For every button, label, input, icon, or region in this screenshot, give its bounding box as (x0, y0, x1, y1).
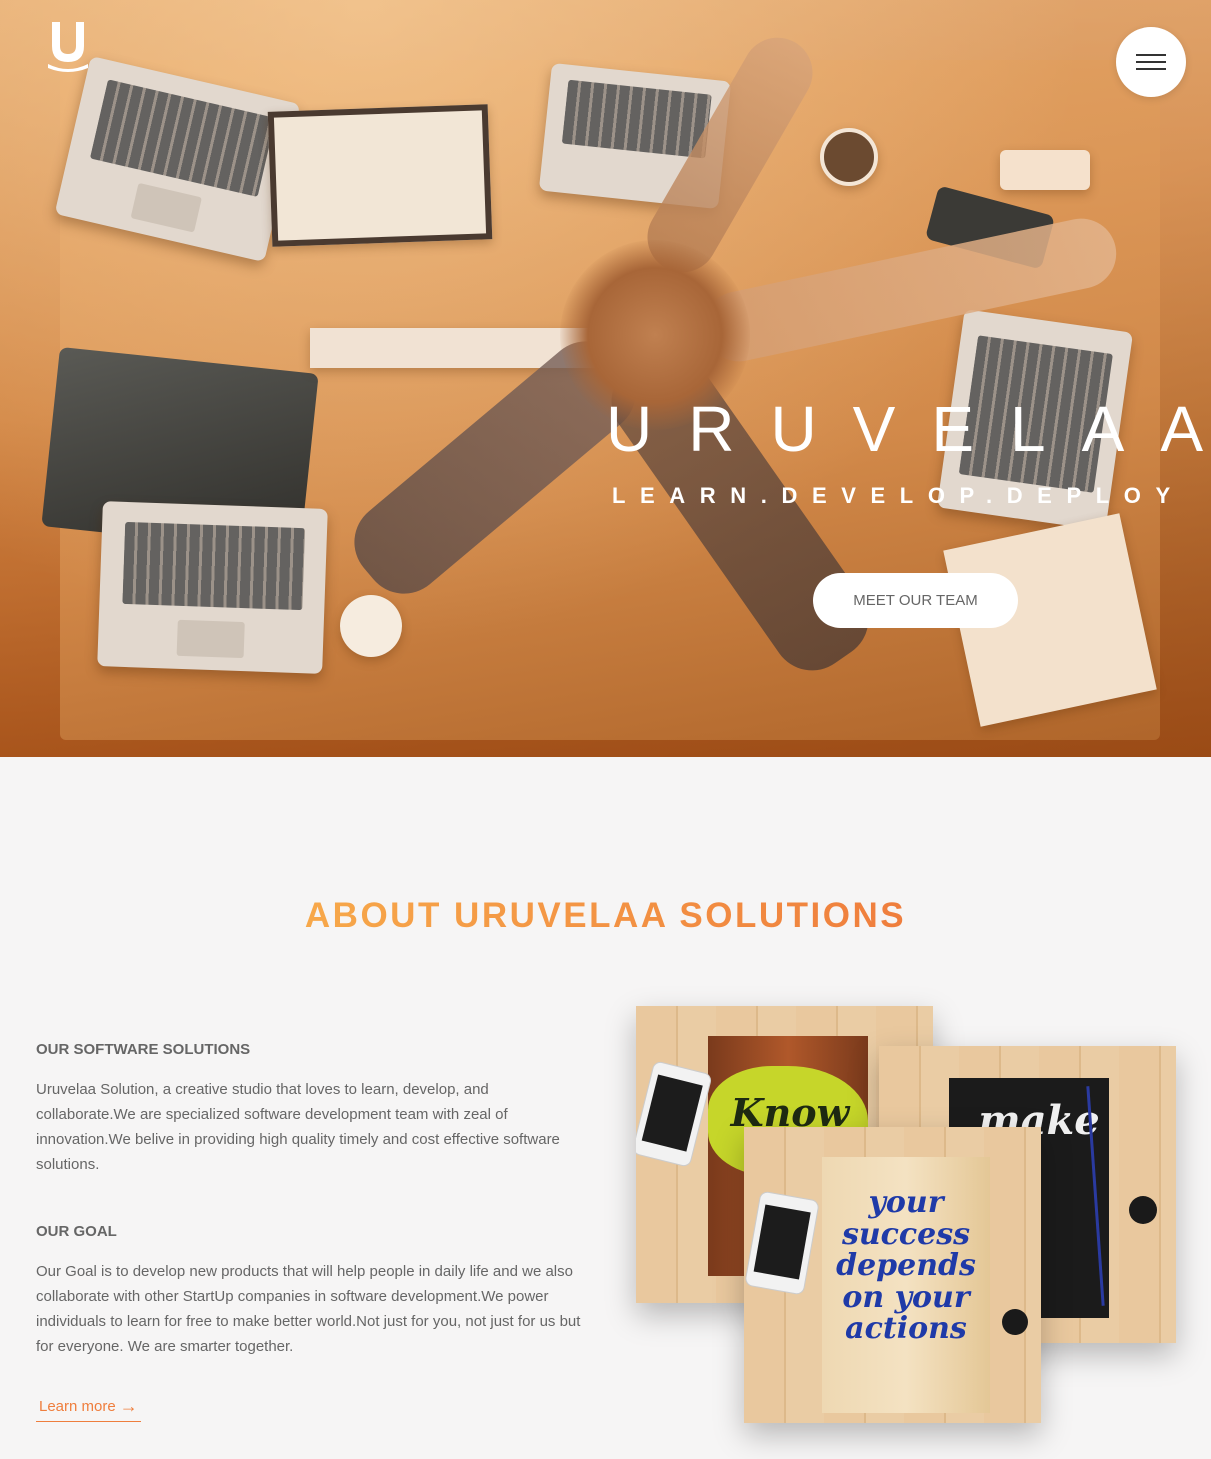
software-solutions-title: OUR SOFTWARE SOLUTIONS (36, 1041, 251, 1058)
arrow-right-icon: → (119, 1396, 138, 1416)
hamburger-menu-icon (1136, 68, 1166, 70)
hamburger-menu-icon (1136, 54, 1166, 56)
phone-image (744, 1190, 820, 1296)
photo-your-success: your success depends on your actions (744, 1127, 1041, 1423)
our-goal-text: Our Goal is to develop new products that… (36, 1263, 581, 1355)
software-solutions-text: Uruvelaa Solution, a creative studio tha… (36, 1081, 560, 1173)
our-goal-title: OUR GOAL (36, 1223, 117, 1240)
uruvelaa-logo-icon[interactable] (46, 16, 90, 72)
meet-our-team-button[interactable]: MEET OUR TEAM (813, 573, 1018, 628)
learn-more-link[interactable]: Learn more → (36, 1392, 141, 1422)
hero-phone-light (1000, 150, 1090, 190)
photo-quote-success: your success depends on your actions (836, 1185, 976, 1346)
hero-title: URUVELAA (606, 393, 1211, 465)
hero-coffee-lid (340, 595, 402, 657)
hero-notebook (267, 104, 493, 247)
phone-image (636, 1060, 713, 1168)
hamburger-menu-icon (1136, 61, 1166, 63)
hamburger-menu-button[interactable] (1116, 27, 1186, 97)
hero-section: URUVELAA LEARN.DEVELOP.DEPLOY MEET OUR T… (0, 0, 1211, 757)
learn-more-label: Learn more (39, 1398, 116, 1415)
about-heading: ABOUT URUVELAA SOLUTIONS (304, 896, 907, 935)
hero-laptop-left-keyboard (97, 501, 328, 674)
hero-coffee-cup (820, 128, 878, 186)
hero-tagline: LEARN.DEVELOP.DEPLOY (612, 483, 1185, 508)
